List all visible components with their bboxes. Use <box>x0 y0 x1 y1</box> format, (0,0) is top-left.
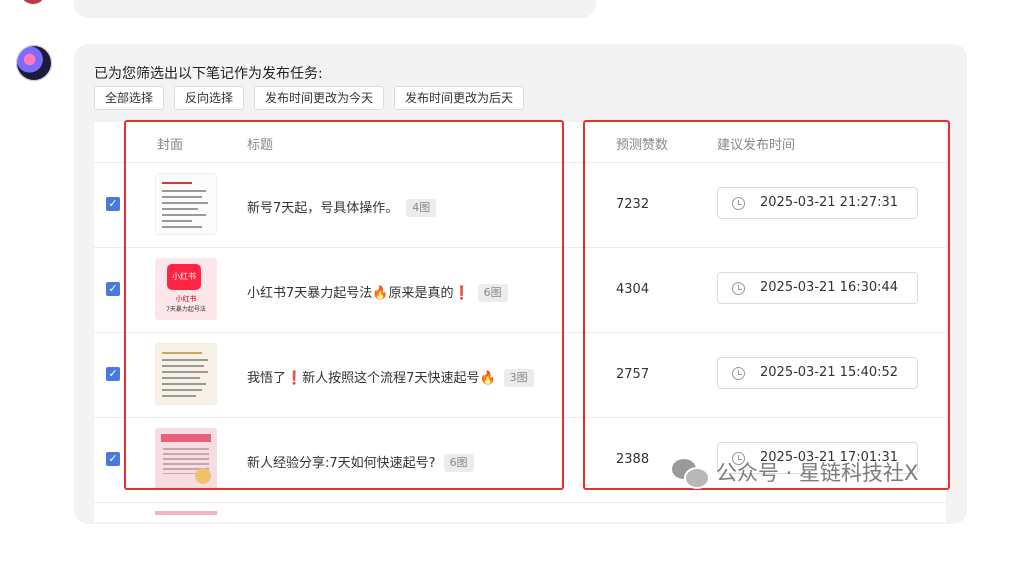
highlight-box-title-columns <box>124 120 564 490</box>
highlight-box-likes-time-columns <box>583 120 950 490</box>
select-all-button[interactable]: 全部选择 <box>94 86 165 110</box>
watermark-text: 公众号 · 星链科技社X <box>716 461 919 485</box>
previous-avatar <box>20 0 46 4</box>
set-time-today-button[interactable]: 发布时间更改为今天 <box>254 86 385 110</box>
row-checkbox[interactable]: ✓ <box>106 282 120 296</box>
invert-selection-button[interactable]: 反向选择 <box>174 86 245 110</box>
row-checkbox[interactable]: ✓ <box>106 452 120 466</box>
previous-message-bubble <box>74 0 596 18</box>
row-checkbox[interactable]: ✓ <box>106 197 120 211</box>
table-row <box>94 503 946 587</box>
watermark: 公众号 · 星链科技社X <box>672 455 918 489</box>
set-time-day-after-button[interactable]: 发布时间更改为后天 <box>394 86 525 110</box>
assistant-avatar <box>16 45 52 81</box>
row-checkbox[interactable]: ✓ <box>106 367 120 381</box>
selection-toolbar: 全部选择 反向选择 发布时间更改为今天 发布时间更改为后天 <box>94 86 525 110</box>
wechat-icon <box>672 457 710 489</box>
message-heading: 已为您筛选出以下笔记作为发布任务: <box>94 66 323 82</box>
